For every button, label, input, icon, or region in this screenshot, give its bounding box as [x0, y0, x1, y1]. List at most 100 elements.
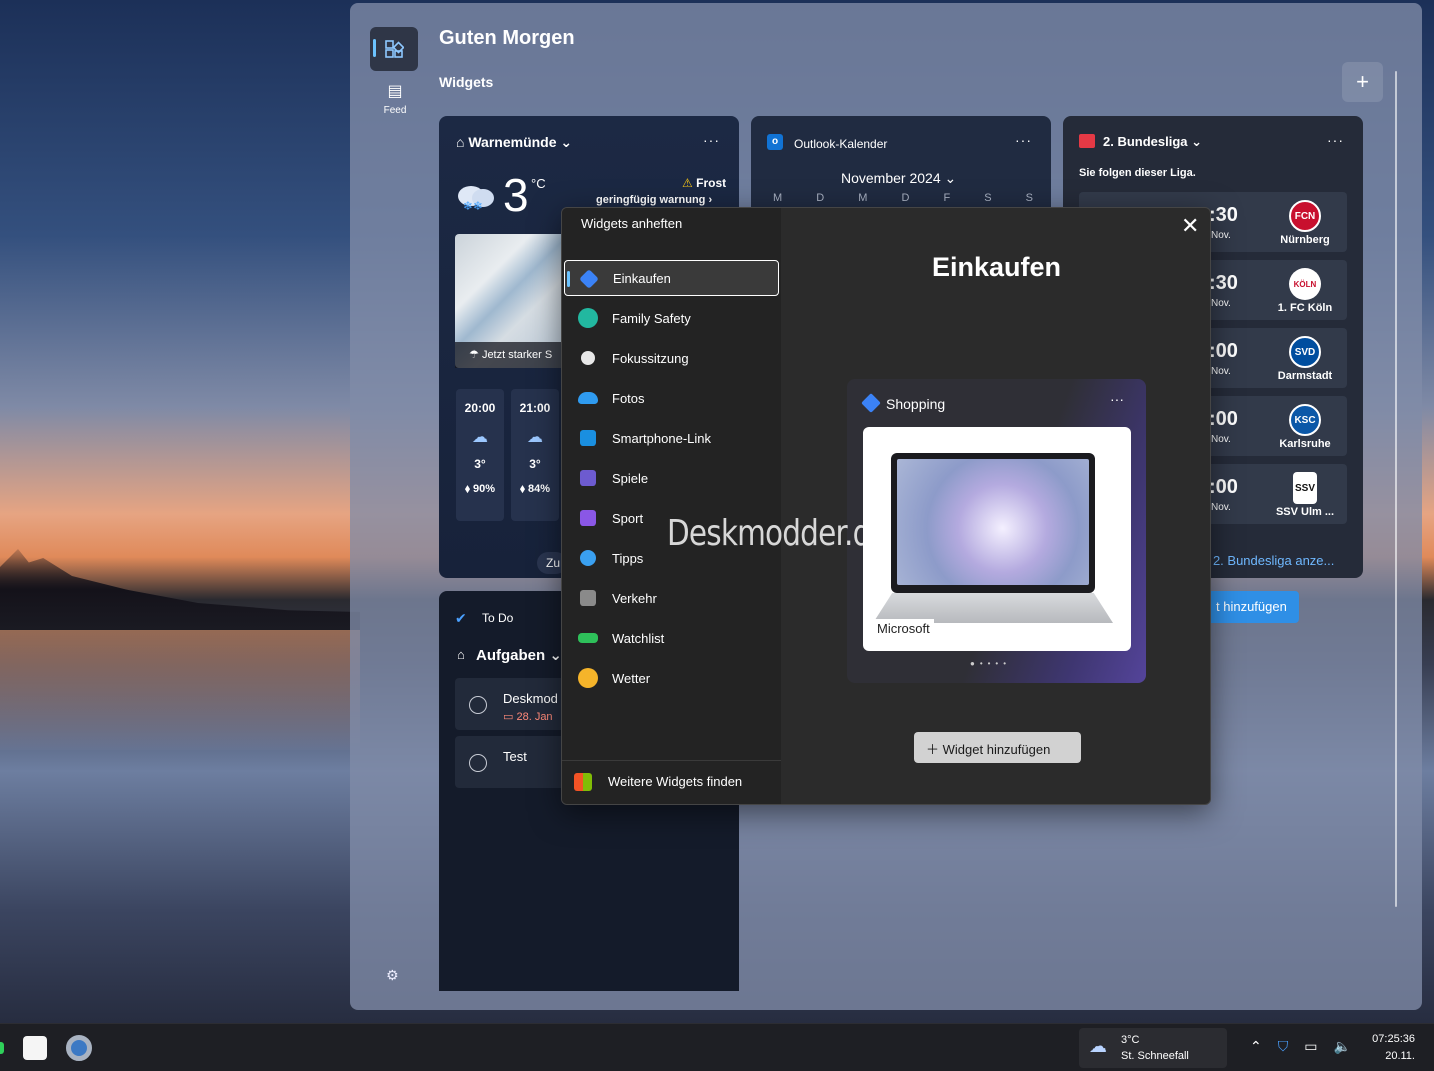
widgets-nav-button[interactable] [370, 27, 418, 71]
calendar-more-icon[interactable]: ··· [1015, 132, 1032, 148]
chart-up-icon [578, 633, 598, 643]
taskbar-weather-text: St. Schneefall [1121, 1050, 1189, 1062]
weather-map-note: ☂ Jetzt starker S [455, 342, 575, 368]
todo-list-label: Aufgaben [476, 647, 546, 664]
team-logo-icon: SSV [1293, 472, 1317, 504]
liga-show-more-link[interactable]: r 2. Bundesliga anze... [1205, 553, 1334, 568]
weekday-label: S [984, 192, 992, 204]
team-logo-icon: KSC [1289, 404, 1321, 436]
hourly-slot[interactable]: 21:00 ☁ 3° ⬧ 84% [511, 389, 559, 521]
weekday-label: S [1025, 192, 1033, 204]
task-checkbox[interactable] [469, 754, 487, 772]
category-label: Einkaufen [613, 270, 671, 286]
add-widget-label: Widget hinzufügen [942, 742, 1051, 757]
chevron-down-icon: ⌄ [1191, 134, 1203, 149]
system-tray[interactable]: ⌃⛉▭🔈 [1250, 1038, 1367, 1055]
preview-brand: Microsoft [873, 619, 934, 638]
taskbar-weather-temp: 3°C [1121, 1034, 1140, 1046]
calendar-month-selector[interactable]: November 2024 ⌄ [841, 170, 956, 187]
match-day: Nov. [1211, 230, 1231, 241]
task-checkbox[interactable] [469, 696, 487, 714]
add-widget-plus-button[interactable]: + [1342, 62, 1383, 102]
left-rail: ▤ Feed [370, 27, 420, 116]
weekday-label: D [816, 192, 825, 204]
umbrella-icon: ☂ [469, 349, 479, 361]
close-icon[interactable]: ✕ [1181, 213, 1199, 239]
liga-title-label: 2. Bundesliga [1103, 134, 1188, 149]
category-label: Sport [612, 510, 644, 526]
taskbar-weather-button[interactable]: ☁ 3°C St. Schneefall [1079, 1028, 1227, 1068]
outlook-calendar-widget[interactable]: o Outlook-Kalender ··· November 2024 ⌄ M… [751, 116, 1051, 216]
widgets-grid-icon [385, 40, 404, 58]
preview-more-icon: ··· [1110, 391, 1124, 407]
liga-more-icon[interactable]: ··· [1327, 132, 1344, 148]
traffic-light-icon [580, 590, 596, 606]
cloud-icon [578, 392, 598, 404]
match-day: Nov. [1211, 502, 1231, 513]
category-label: Tipps [612, 550, 644, 566]
tag-icon [861, 393, 881, 413]
weather-alert-title[interactable]: ⚠ Frost [682, 176, 726, 190]
weather-location[interactable]: ⌂ Warnemünde ⌄ [456, 134, 572, 151]
network-icon[interactable]: ▭ [1304, 1038, 1333, 1054]
category-item-fokussitzung[interactable]: Fokussitzung [564, 340, 779, 376]
watermark: Deskmodder.de [667, 513, 889, 554]
team-logo-icon: KÖLN [1289, 268, 1321, 300]
team-name: 1. FC Köln [1277, 302, 1333, 314]
todo-list-selector[interactable]: Aufgaben ⌄ [476, 646, 562, 664]
category-item-spiele[interactable]: Spiele [564, 460, 779, 496]
match-day: Nov. [1211, 434, 1231, 445]
settings-gear-icon[interactable]: ⚙ [386, 967, 399, 984]
clock-time[interactable]: 07:25:36 [1365, 1033, 1415, 1045]
store-taskbar-icon[interactable] [23, 1036, 47, 1060]
category-item-smartphone-link[interactable]: Smartphone-Link [564, 420, 779, 456]
alert-title-label: Frost [696, 176, 727, 190]
settings-taskbar-icon[interactable] [66, 1035, 92, 1061]
shield-icon[interactable]: ⛉ [1278, 1038, 1305, 1054]
droplet-icon: ⬧ [464, 483, 470, 495]
find-more-widgets-button[interactable]: Weitere Widgets finden [562, 760, 781, 804]
category-item-wetter[interactable]: Wetter [564, 660, 779, 696]
todo-title: To Do [482, 611, 514, 625]
weekday-label: D [901, 192, 910, 204]
games-icon [580, 470, 596, 486]
board-scrollbar[interactable] [1395, 71, 1397, 907]
team-logo-icon: SVD [1289, 336, 1321, 368]
hour-precip: ⬧ 84% [511, 483, 559, 496]
todo-check-icon: ✔ [455, 610, 467, 626]
match-day: Nov. [1211, 366, 1231, 377]
team-name: Nürnberg [1280, 234, 1330, 246]
chevron-up-icon[interactable]: ⌃ [1250, 1038, 1278, 1054]
match-time: :00 [1209, 340, 1238, 362]
category-item-fotos[interactable]: Fotos [564, 380, 779, 416]
weather-alert-text[interactable]: geringfügig warnung › [596, 194, 712, 206]
category-item-verkehr[interactable]: Verkehr [564, 580, 779, 616]
hour-time: 20:00 [464, 401, 496, 415]
weather-more-icon[interactable]: ··· [703, 132, 720, 148]
category-item-family-safety[interactable]: Family Safety [564, 300, 779, 336]
laptop-display [897, 459, 1089, 585]
clock-date[interactable]: 20.11. [1365, 1050, 1415, 1062]
category-label: Verkehr [612, 590, 657, 606]
plus-icon: ＋ [926, 742, 940, 757]
weekday-label: M [858, 192, 868, 204]
match-time: :30 [1209, 204, 1238, 226]
hourly-slot[interactable]: 20:00 ☁ 3° ⬧ 90% [456, 389, 504, 521]
feed-nav-button[interactable]: ▤ Feed [370, 81, 420, 116]
heart-icon [578, 308, 598, 328]
category-item-einkaufen[interactable]: Einkaufen [564, 260, 779, 296]
category-item-watchlist[interactable]: Watchlist [564, 620, 779, 656]
home-icon: ⌂ [457, 647, 465, 662]
add-widget-button[interactable]: ＋ Widget hinzufügen [914, 732, 1081, 763]
volume-icon[interactable]: 🔈 [1333, 1038, 1366, 1054]
weather-temperature: 3 [503, 169, 529, 221]
weather-location-label: Warnemünde [468, 134, 557, 150]
calendar-icon: ▭ [503, 711, 514, 723]
hour-temp: 3° [529, 457, 541, 471]
match-day: Nov. [1211, 298, 1231, 309]
category-label: Fokussitzung [612, 350, 689, 366]
store-icon [574, 773, 592, 791]
liga-title[interactable]: 2. Bundesliga ⌄ [1103, 134, 1202, 150]
hour-precip-value: 84% [527, 483, 551, 495]
team-name: Darmstadt [1277, 370, 1333, 382]
